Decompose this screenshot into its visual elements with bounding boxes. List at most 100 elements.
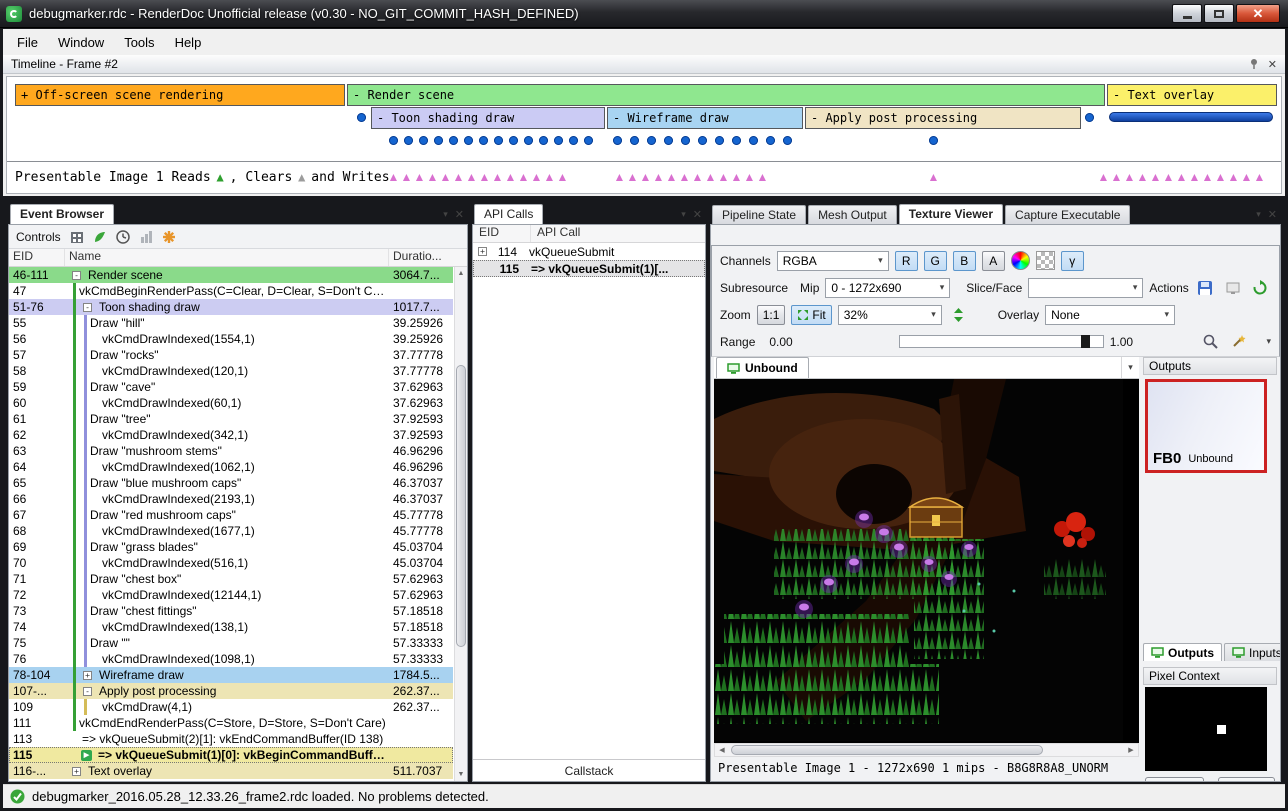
event-row[interactable]: 59Draw "cave"37.62963 [9, 379, 453, 395]
close-icon[interactable]: ✕ [1268, 208, 1277, 221]
checkerboard-background-icon[interactable] [1036, 251, 1055, 270]
minimize-button[interactable] [1172, 4, 1202, 23]
event-row[interactable]: 69Draw "grass blades"45.03704 [9, 539, 453, 555]
event-row[interactable]: 113=> vkQueueSubmit(2)[1]: vkEndCommandB… [9, 731, 453, 747]
refresh-icon[interactable] [1250, 278, 1271, 298]
tab-inputs[interactable]: Inputs [1224, 643, 1281, 661]
event-row[interactable]: 67Draw "red mushroom caps"45.77778 [9, 507, 453, 523]
api-call-row[interactable]: 115=> vkQueueSubmit(1)[... [473, 260, 705, 277]
panel-menu-icon[interactable]: ▾ [681, 209, 686, 220]
menu-tools[interactable]: Tools [114, 31, 164, 54]
scroll-down-icon[interactable]: ▼ [455, 768, 467, 781]
zoom-range-icon[interactable] [1199, 332, 1221, 352]
maximize-button[interactable] [1204, 4, 1234, 23]
eid-column-header[interactable]: EID [473, 225, 531, 242]
eid-column-header[interactable]: EID [9, 249, 65, 266]
name-column-header[interactable]: Name [65, 249, 389, 266]
duration-column-header[interactable]: Duratio... [389, 249, 453, 266]
bookmark-icon[interactable] [70, 230, 84, 244]
tab-event-browser[interactable]: Event Browser [10, 204, 114, 224]
toolbar-overflow-icon[interactable]: ▾ [1266, 336, 1271, 347]
menu-window[interactable]: Window [48, 31, 114, 54]
event-row[interactable]: 66vkCmdDrawIndexed(2193,1)46.37037 [9, 491, 453, 507]
panel-menu-icon[interactable]: ▾ [443, 209, 448, 220]
tab-outputs[interactable]: Outputs [1143, 643, 1222, 661]
close-icon[interactable]: ✕ [455, 208, 464, 221]
api-call-row[interactable]: +114vkQueueSubmit [473, 243, 705, 260]
range-slider[interactable] [899, 335, 1104, 348]
menu-file[interactable]: File [7, 31, 48, 54]
expander-icon[interactable]: + [478, 247, 487, 256]
event-row[interactable]: 62vkCmdDrawIndexed(342,1)37.92593 [9, 427, 453, 443]
post-processing-event-dots[interactable] [929, 136, 938, 145]
options-icon[interactable] [162, 230, 176, 244]
event-row[interactable]: 63Draw "mushroom stems"46.96296 [9, 443, 453, 459]
channel-green-toggle[interactable]: G [924, 251, 947, 271]
history-button[interactable]: History [1145, 777, 1204, 782]
event-row[interactable]: 58vkCmdDrawIndexed(120,1)37.77778 [9, 363, 453, 379]
expander-icon[interactable]: - [83, 687, 92, 696]
toon-draw-event-dots[interactable] [389, 136, 593, 145]
tab-texture-viewer[interactable]: Texture Viewer [899, 204, 1003, 224]
event-row[interactable]: 64vkCmdDrawIndexed(1062,1)46.96296 [9, 459, 453, 475]
autofit-range-icon[interactable] [1227, 332, 1249, 352]
save-texture-icon[interactable] [1195, 278, 1216, 298]
event-dot[interactable] [357, 113, 366, 122]
tab-api-calls[interactable]: API Calls [474, 204, 543, 224]
write-markers-group[interactable] [387, 166, 569, 188]
event-row[interactable]: 76vkCmdDrawIndexed(1098,1)57.33333 [9, 651, 453, 667]
texture-tab-unbound[interactable]: Unbound [716, 357, 809, 378]
scrollbar-thumb[interactable] [731, 745, 1043, 755]
text-overlay-events-bar[interactable] [1109, 112, 1273, 122]
statistics-icon[interactable] [139, 230, 153, 244]
tab-capture-executable[interactable]: Capture Executable [1005, 205, 1130, 224]
write-markers-group[interactable] [927, 166, 940, 188]
timeline-block-text-overlay[interactable]: - Text overlay [1107, 84, 1277, 106]
event-row[interactable]: 46-111-Render scene3064.7... [9, 267, 453, 283]
timeline-block-post-processing[interactable]: - Apply post processing [805, 107, 1081, 129]
zoom-percent-select[interactable]: 32% [838, 305, 942, 325]
panel-menu-icon[interactable]: ▾ [1256, 209, 1261, 220]
write-markers-group[interactable] [1097, 166, 1266, 188]
timeline-block-toon-shading[interactable]: - Toon shading draw [371, 107, 605, 129]
event-row[interactable]: 47vkCmdBeginRenderPass(C=Clear, D=Clear,… [9, 283, 453, 299]
wireframe-draw-event-dots[interactable] [613, 136, 792, 145]
event-row[interactable]: 116-...+Text overlay511.7037 [9, 763, 453, 779]
zoom-fit-button[interactable]: Fit [791, 305, 831, 325]
event-row[interactable]: 55Draw "hill"39.25926 [9, 315, 453, 331]
texture-horizontal-scrollbar[interactable]: ◀ ▶ [714, 743, 1139, 757]
event-row[interactable]: 73Draw "chest fittings"57.18518 [9, 603, 453, 619]
scroll-left-icon[interactable]: ◀ [715, 744, 729, 756]
event-row[interactable]: 75Draw ""57.33333 [9, 635, 453, 651]
scroll-right-icon[interactable]: ▶ [1124, 744, 1138, 756]
event-row[interactable]: 60vkCmdDrawIndexed(60,1)37.62963 [9, 395, 453, 411]
open-texture-list-icon[interactable] [1222, 278, 1243, 298]
flip-y-icon[interactable] [948, 305, 970, 325]
expander-icon[interactable]: - [83, 303, 92, 312]
event-row[interactable]: 70vkCmdDrawIndexed(516,1)45.03704 [9, 555, 453, 571]
api-call-column-header[interactable]: API Call [531, 225, 705, 242]
range-slider-handle[interactable] [1081, 335, 1090, 348]
event-row[interactable]: 61Draw "tree"37.92593 [9, 411, 453, 427]
event-row[interactable]: 68vkCmdDrawIndexed(1677,1)45.77778 [9, 523, 453, 539]
callstack-section[interactable]: Callstack [473, 759, 705, 781]
color-wheel-icon[interactable] [1011, 251, 1030, 270]
timeline-canvas[interactable]: + Off-screen scene rendering - Render sc… [6, 76, 1282, 194]
fb0-thumbnail[interactable]: FB0 Unbound [1145, 379, 1267, 473]
timeline-block-offscreen[interactable]: + Off-screen scene rendering [15, 84, 345, 106]
write-markers-group[interactable] [613, 166, 769, 188]
channel-alpha-toggle[interactable]: A [982, 251, 1005, 271]
mip-select[interactable]: 0 - 1272x690 [825, 278, 950, 298]
channel-blue-toggle[interactable]: B [953, 251, 976, 271]
event-row[interactable]: 65Draw "blue mushroom caps"46.37037 [9, 475, 453, 491]
tab-pipeline-state[interactable]: Pipeline State [712, 205, 806, 224]
event-row[interactable]: 109vkCmdDraw(4,1)262.37... [9, 699, 453, 715]
gamma-toggle[interactable]: γ [1061, 251, 1084, 271]
menu-help[interactable]: Help [165, 31, 212, 54]
channels-select[interactable]: RGBA [777, 251, 889, 271]
texture-list-dropdown-icon[interactable]: ▾ [1121, 357, 1139, 378]
pixel-context-view[interactable] [1145, 687, 1267, 771]
timeline-block-render-scene[interactable]: - Render scene [347, 84, 1105, 106]
event-row[interactable]: 78-104+Wireframe draw1784.5... [9, 667, 453, 683]
channel-red-toggle[interactable]: R [895, 251, 918, 271]
